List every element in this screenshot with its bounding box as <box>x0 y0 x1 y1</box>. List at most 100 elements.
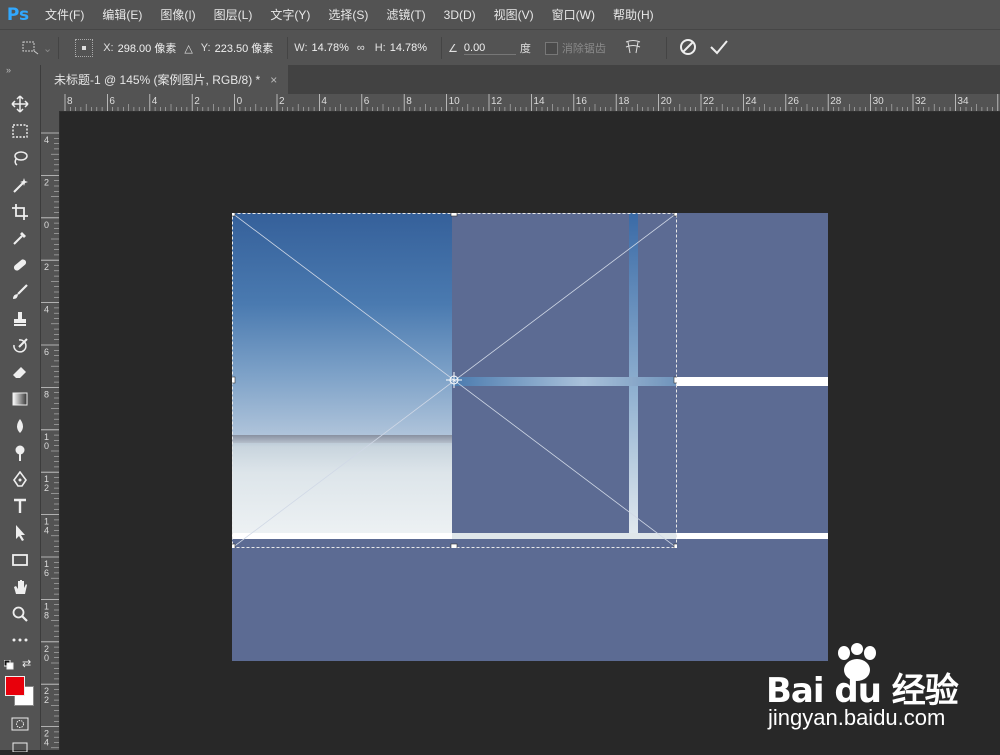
vertical-ruler[interactable]: 42024681012141618202224 <box>41 111 60 750</box>
x-label: X: <box>103 42 114 54</box>
antialias-label: 消除锯齿 <box>561 43 606 55</box>
menu-layer[interactable]: 图层(L) <box>205 6 262 23</box>
ruler-left-label: 2 <box>44 695 49 705</box>
handle-top-left <box>232 213 236 217</box>
free-transform-box[interactable] <box>232 213 677 548</box>
brush-tool-icon[interactable] <box>0 279 40 306</box>
handle-bottom-right <box>673 543 677 548</box>
menu-image[interactable]: 图像(I) <box>151 6 204 23</box>
baidu-jingyan-watermark: Bai du 经验 jingyan.baidu.com <box>766 643 996 738</box>
cancel-transform-icon[interactable] <box>679 38 697 59</box>
handle-middle-right <box>673 376 677 384</box>
clone-stamp-tool-icon[interactable] <box>0 305 40 332</box>
h-label: H: <box>374 42 386 54</box>
tools-panel: » ⇄ <box>0 65 41 753</box>
watermark-url: jingyan.baidu.com <box>768 705 946 730</box>
ruler-top-label: 14 <box>533 96 545 107</box>
ruler-left-label: 8 <box>44 389 49 399</box>
menu-file[interactable]: 文件(F) <box>36 6 93 23</box>
width-field[interactable]: 14.78% <box>312 42 349 54</box>
more-tools-icon[interactable] <box>0 627 40 654</box>
close-tab-icon[interactable]: × <box>270 73 277 87</box>
healing-brush-tool-icon[interactable] <box>0 252 40 279</box>
ruler-top-label: 20 <box>661 96 673 107</box>
document-tab-title: 未标题-1 @ 145% (案例图片, RGB/8) * <box>54 73 261 87</box>
eyedropper-tool-icon[interactable] <box>0 225 40 252</box>
ruler-top-label: 34 <box>957 96 969 107</box>
ruler-left-label: 6 <box>44 347 49 357</box>
handle-bottom-left <box>232 543 236 548</box>
ruler-top-label: 24 <box>745 96 757 107</box>
eraser-tool-icon[interactable] <box>0 359 40 386</box>
ruler-top-label: 28 <box>830 96 842 107</box>
height-field[interactable]: 14.78% <box>390 42 427 54</box>
menu-3d[interactable]: 3D(D) <box>435 8 485 22</box>
pen-tool-icon[interactable] <box>0 466 40 493</box>
ruler-top-label: 6 <box>109 96 115 107</box>
handle-top-center <box>450 213 458 217</box>
ruler-left-label: 6 <box>44 568 49 578</box>
x-field[interactable]: 298.00 像素 <box>118 40 177 56</box>
handle-bottom-center <box>450 543 458 548</box>
history-brush-tool-icon[interactable] <box>0 332 40 359</box>
menu-select[interactable]: 选择(S) <box>319 6 377 23</box>
quick-mask-icon[interactable] <box>11 717 29 734</box>
default-colors-icon[interactable] <box>3 659 14 670</box>
handle-top-right <box>673 213 677 217</box>
rectangle-tool-icon[interactable] <box>0 547 40 574</box>
options-bar: ⌄ X: 298.00 像素 △ Y: 223.50 像素 W: 14.78% ∞ H… <box>0 29 1000 67</box>
menu-edit[interactable]: 编辑(E) <box>93 6 151 23</box>
menu-window[interactable]: 窗口(W) <box>543 6 604 23</box>
move-tool-icon[interactable] <box>0 91 40 118</box>
ruler-top-label: 6 <box>364 96 370 107</box>
link-icon[interactable]: ∞ <box>357 42 365 54</box>
ruler-left-label: 8 <box>44 610 49 620</box>
ruler-left-label: 0 <box>44 220 49 230</box>
type-tool-icon[interactable] <box>0 493 40 520</box>
y-label: Y: <box>200 42 211 54</box>
angle-field[interactable]: 0.00 <box>463 42 516 55</box>
ruler-left-label: 4 <box>44 738 49 748</box>
ruler-top-label: 12 <box>491 96 503 107</box>
ruler-top-label: 2 <box>194 96 200 107</box>
lasso-tool-icon[interactable] <box>0 145 40 172</box>
ruler-left-label: 4 <box>44 305 49 315</box>
ruler-top-label: 2 <box>279 96 285 107</box>
document-tab[interactable]: 未标题-1 @ 145% (案例图片, RGB/8) * × <box>40 65 288 94</box>
collapse-icon[interactable]: » <box>0 65 40 77</box>
ruler-top-label: 16 <box>576 96 588 107</box>
delta-icon[interactable]: △ <box>184 42 192 55</box>
ruler-top-label: 18 <box>618 96 630 107</box>
ruler-top-label: 4 <box>152 96 158 107</box>
screen-mode-icon[interactable] <box>12 741 28 755</box>
gradient-tool-icon[interactable] <box>0 386 40 413</box>
menu-view[interactable]: 视图(V) <box>485 6 543 23</box>
menu-help[interactable]: 帮助(H) <box>604 6 663 23</box>
y-field[interactable]: 223.50 像素 <box>215 40 274 56</box>
handle-middle-left <box>232 376 236 384</box>
antialias-checkbox[interactable] <box>544 41 558 55</box>
zoom-tool-icon[interactable] <box>0 600 40 627</box>
blur-tool-icon[interactable] <box>0 413 40 440</box>
marquee-tool-icon[interactable] <box>0 118 40 145</box>
ruler-top-label: 32 <box>915 96 927 107</box>
dodge-tool-icon[interactable] <box>0 439 40 466</box>
ruler-left-label: 4 <box>44 135 49 145</box>
path-selection-tool-icon[interactable] <box>0 520 40 547</box>
magic-wand-tool-icon[interactable] <box>0 171 40 198</box>
angle-icon: ∠ <box>448 42 458 55</box>
warp-mode-icon[interactable] <box>624 39 642 58</box>
hand-tool-icon[interactable] <box>0 573 40 600</box>
swap-colors-icon[interactable]: ⇄ <box>22 657 31 670</box>
reference-point-icon[interactable] <box>75 39 94 57</box>
commit-transform-icon[interactable] <box>709 38 729 59</box>
menu-filter[interactable]: 滤镜(T) <box>377 6 434 23</box>
ruler-top-label: 8 <box>406 96 412 107</box>
transform-tool-icon[interactable] <box>20 39 40 58</box>
menu-type[interactable]: 文字(Y) <box>261 6 319 23</box>
white-strip-right <box>676 377 828 386</box>
angle-unit: 度 <box>519 43 531 55</box>
foreground-color-swatch[interactable] <box>5 676 25 696</box>
horizontal-ruler[interactable]: 8 6 4 2 0 2 4 6 8 10 12 14 16 18 20 22 24 26 28 30 32 34 <box>59 94 1000 112</box>
crop-tool-icon[interactable] <box>0 198 40 225</box>
